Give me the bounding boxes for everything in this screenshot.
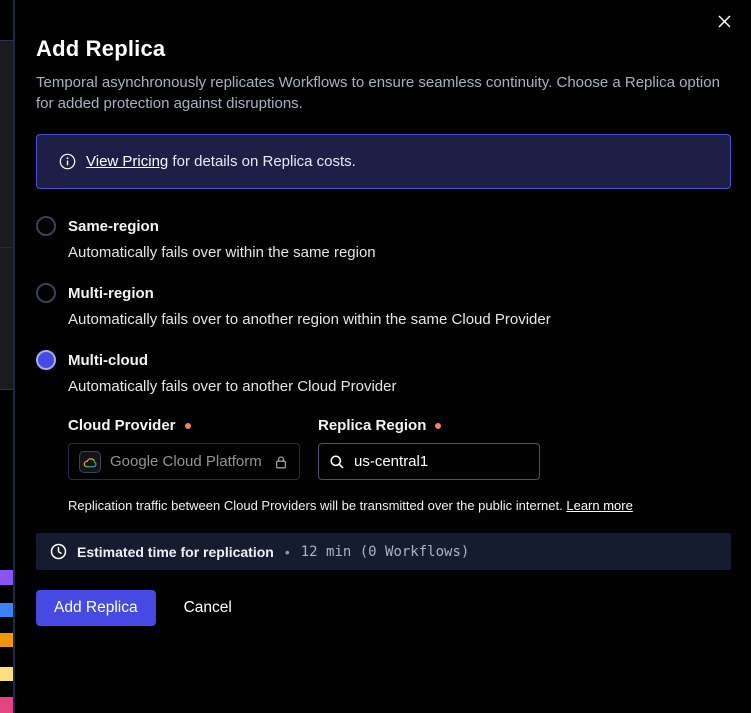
backdrop-color-block	[0, 603, 13, 617]
modal-title: Add Replica	[36, 36, 731, 62]
backdrop-divider	[0, 40, 13, 41]
radio-same-region[interactable]	[36, 216, 56, 236]
gcp-logo-icon	[79, 451, 101, 473]
option-label: Multi-cloud	[68, 352, 148, 369]
backdrop-color-block	[0, 697, 13, 713]
backdrop-color-block	[0, 570, 13, 585]
radio-multi-region[interactable]	[36, 283, 56, 303]
option-description: Automatically fails over to another Clou…	[68, 378, 731, 395]
close-icon	[717, 14, 732, 32]
estimate-label: Estimated time for replication	[77, 544, 274, 560]
cloud-provider-select[interactable]: Google Cloud Platform	[68, 443, 300, 480]
option-description: Automatically fails over within the same…	[68, 244, 731, 261]
estimate-value: 12 min (0 Workflows)	[301, 544, 470, 560]
option-label: Same-region	[68, 218, 159, 235]
cloud-provider-value: Google Cloud Platform	[110, 453, 262, 470]
search-icon	[329, 454, 345, 470]
backdrop-color-block	[0, 667, 13, 681]
backdrop-color-block	[0, 633, 13, 647]
backdrop-border	[13, 0, 15, 713]
cloud-provider-field: Cloud Provider	[68, 417, 300, 480]
field-label-text: Replica Region	[318, 417, 426, 434]
pricing-banner-suffix: for details on Replica costs.	[168, 153, 356, 170]
add-replica-button[interactable]: Add Replica	[36, 590, 156, 626]
view-pricing-link[interactable]: View Pricing	[86, 153, 168, 170]
modal-actions: Add Replica Cancel	[36, 590, 731, 626]
backdrop-panel	[0, 41, 13, 389]
close-button[interactable]	[711, 10, 737, 36]
required-dot	[435, 423, 441, 429]
public-internet-note: Replication traffic between Cloud Provid…	[68, 498, 731, 513]
clock-icon	[50, 543, 67, 560]
radio-multi-cloud[interactable]	[36, 350, 56, 370]
info-icon	[59, 153, 76, 170]
option-multi-cloud[interactable]: Multi-cloud Automatically fails over to …	[36, 350, 731, 513]
replica-region-label: Replica Region	[318, 417, 540, 434]
page-backdrop	[0, 0, 15, 713]
backdrop-divider	[0, 247, 13, 248]
modal-description: Temporal asynchronously replicates Workf…	[36, 72, 731, 114]
estimate-banner: Estimated time for replication • 12 min …	[36, 533, 731, 570]
pricing-info-banner: View Pricing for details on Replica cost…	[36, 134, 731, 189]
required-dot	[185, 423, 191, 429]
replica-region-combobox[interactable]	[318, 443, 540, 480]
estimate-separator: •	[285, 544, 290, 560]
replica-options: Same-region Automatically fails over wit…	[36, 216, 731, 513]
note-text: Replication traffic between Cloud Provid…	[68, 498, 563, 513]
pricing-banner-text: View Pricing for details on Replica cost…	[86, 153, 356, 170]
field-label-text: Cloud Provider	[68, 417, 176, 434]
lock-icon	[273, 454, 289, 470]
replica-region-input[interactable]	[354, 453, 514, 470]
add-replica-modal: Add Replica Temporal asynchronously repl…	[16, 0, 751, 713]
option-multi-region[interactable]: Multi-region Automatically fails over to…	[36, 283, 731, 328]
option-same-region[interactable]: Same-region Automatically fails over wit…	[36, 216, 731, 261]
replica-region-field: Replica Region	[318, 417, 540, 480]
cancel-button[interactable]: Cancel	[184, 599, 232, 617]
learn-more-link[interactable]: Learn more	[566, 498, 632, 513]
option-label: Multi-region	[68, 285, 154, 302]
multi-cloud-fields: Cloud Provider	[68, 417, 731, 480]
backdrop-divider	[0, 389, 13, 390]
cloud-provider-label: Cloud Provider	[68, 417, 300, 434]
option-description: Automatically fails over to another regi…	[68, 311, 731, 328]
